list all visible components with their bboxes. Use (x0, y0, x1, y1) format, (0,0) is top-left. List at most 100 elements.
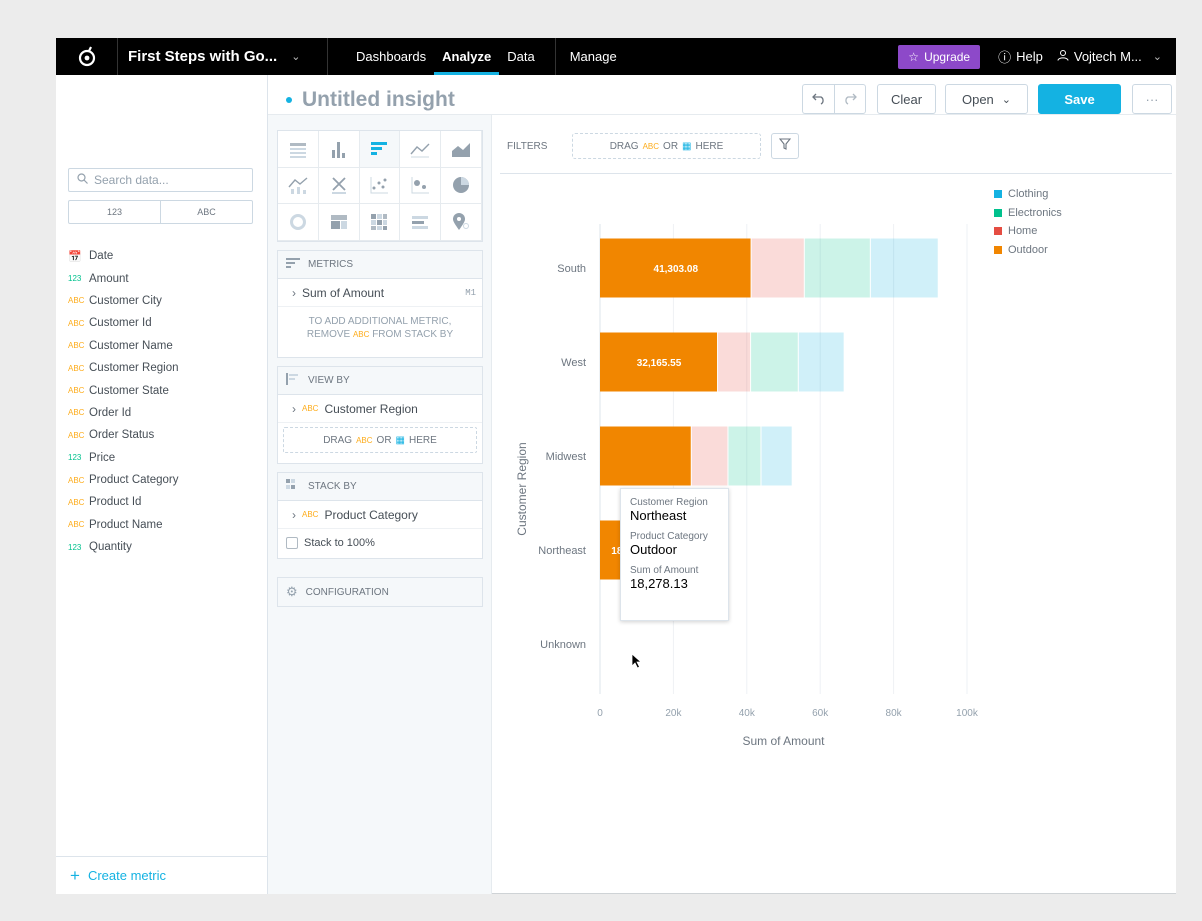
legend-item[interactable]: Clothing (994, 185, 1062, 204)
field-list: 📅 Date 123 Amount ABC Customer City ABC Custome… (68, 245, 258, 558)
create-metric-link[interactable]: + Create metric (56, 856, 267, 894)
bubble-chart-icon[interactable] (400, 167, 442, 205)
metrics-bucket-title: METRICS (308, 259, 353, 270)
user-menu[interactable]: Vojtech M... ⌄ (1057, 49, 1162, 64)
chevron-right-icon: › (292, 401, 296, 416)
checkbox-icon[interactable] (286, 537, 298, 549)
field-item[interactable]: ABC Customer Region (68, 357, 258, 379)
insight-title[interactable]: Untitled insight (286, 88, 455, 112)
field-item[interactable]: ABC Product Name (68, 514, 258, 536)
view-by-dropzone[interactable]: DRAG ABC OR ▦ HERE (283, 427, 477, 453)
bar-segment (870, 238, 938, 298)
field-item[interactable]: ABC Product Id (68, 491, 258, 513)
area-chart-icon[interactable] (441, 131, 482, 168)
field-item[interactable]: 123 Amount (68, 267, 258, 289)
nav-dashboards[interactable]: Dashboards (348, 38, 434, 75)
attribute-type-badge: ABC (68, 430, 85, 440)
bar-segment (718, 332, 751, 392)
nav-analyze[interactable]: Analyze (434, 38, 500, 75)
field-name: Product Id (89, 496, 142, 509)
more-button[interactable]: ··· (1132, 84, 1172, 114)
filter-numbers-button[interactable]: 123 (69, 201, 160, 223)
heatmap-icon[interactable] (359, 204, 401, 241)
donut-chart-icon[interactable] (278, 204, 319, 241)
here-label: HERE (695, 140, 724, 152)
fact-type-badge: 123 (68, 274, 82, 284)
open-button[interactable]: Open ⌄ (945, 84, 1028, 114)
legend-swatch (994, 190, 1002, 199)
clear-button[interactable]: Clear (877, 84, 936, 114)
table-viz-icon[interactable] (278, 131, 319, 168)
view-by-icon (286, 373, 300, 388)
insight-title-text: Untitled insight (302, 88, 455, 111)
headline-icon[interactable] (318, 167, 360, 205)
bar-chart-icon[interactable] (359, 131, 401, 168)
field-item[interactable]: 📅 Date (68, 245, 258, 267)
redo-button[interactable] (834, 84, 866, 114)
bar-segment (804, 238, 870, 298)
workspace-picker[interactable]: First Steps with Go... ⌄ (118, 38, 328, 75)
line-chart-icon[interactable] (400, 131, 442, 168)
filter-attributes-button[interactable]: ABC (160, 201, 252, 223)
abc-badge: ABC (352, 330, 370, 339)
y-axis-title: Customer Region (515, 442, 529, 535)
field-item[interactable]: 123 Price (68, 447, 258, 469)
scatter-plot-icon[interactable] (359, 167, 401, 205)
nav-manage[interactable]: Manage (554, 38, 617, 75)
stack-by-item-product-category[interactable]: › ABC Product Category (278, 501, 482, 529)
stack-to-100-checkbox[interactable]: Stack to 100% (278, 529, 482, 557)
field-name: Customer State (89, 384, 169, 397)
field-name: Customer Id (89, 317, 152, 330)
field-item[interactable]: ABC Order Id (68, 402, 258, 424)
bullet-chart-icon[interactable] (400, 204, 442, 241)
funnel-icon (778, 137, 792, 155)
stack-by-bucket-title: STACK BY (308, 481, 357, 492)
field-item[interactable]: ABC Customer City (68, 290, 258, 312)
pie-chart-icon[interactable] (441, 167, 482, 205)
metric-item-sum-of-amount[interactable]: › Sum of Amount M1 (278, 279, 482, 307)
field-item[interactable]: 123 Quantity (68, 536, 258, 558)
view-by-item-customer-region[interactable]: › ABC Customer Region (278, 395, 482, 423)
filter-button[interactable] (771, 133, 799, 159)
bar-segment (600, 426, 691, 486)
help-menu[interactable]: ⓘ Help (998, 47, 1043, 66)
nav-data[interactable]: Data (499, 38, 542, 75)
open-label: Open (961, 91, 994, 107)
bar-segment (691, 426, 728, 486)
treemap-icon[interactable] (318, 204, 360, 241)
chart-legend: Clothing Electronics Home Outdoor (994, 185, 1062, 259)
column-chart-icon[interactable] (318, 131, 360, 168)
create-metric-label: Create metric (87, 868, 166, 883)
field-item[interactable]: ABC Customer State (68, 379, 258, 401)
geo-chart-icon[interactable] (441, 204, 482, 241)
combo-chart-icon[interactable] (278, 167, 319, 205)
chart-svg: 0 20k 40k 60k 80k 100kSum of AmountCustomer R… (515, 224, 979, 748)
configuration-section[interactable]: ⚙ CONFIGURATION (277, 577, 483, 607)
metrics-bucket-note: TO ADD ADDITIONAL METRIC, REMOVE ABC FRO… (278, 307, 482, 349)
help-icon: ⓘ (998, 50, 1012, 65)
y-category-label: Unknown (540, 639, 586, 651)
search-input[interactable]: Search data... (68, 168, 253, 192)
legend-item[interactable]: Electronics (994, 204, 1062, 223)
field-item[interactable]: ABC Customer Id (68, 312, 258, 334)
legend-item[interactable]: Outdoor (994, 241, 1062, 260)
logo-icon[interactable] (56, 38, 118, 75)
field-name: Order Status (89, 429, 155, 442)
legend-item[interactable]: Home (994, 222, 1062, 241)
search-placeholder: Search data... (94, 173, 169, 187)
field-item[interactable]: ABC Customer Name (68, 335, 258, 357)
filter-dropzone[interactable]: DRAG ABC OR ▦ HERE (572, 133, 761, 159)
top-bar-right: ☆ Upgrade ⓘ Help Vojtech M... ⌄ (898, 38, 1176, 75)
attribute-type-badge: ABC (68, 497, 85, 507)
field-item[interactable]: ABC Product Category (68, 469, 258, 491)
upgrade-label: Upgrade (924, 49, 971, 64)
top-bar: First Steps with Go... ⌄ Dashboards Anal… (56, 38, 1176, 75)
here-label: HERE (409, 434, 437, 446)
attribute-type-badge: ABC (68, 318, 85, 328)
undo-button[interactable] (802, 84, 834, 114)
fact-type-badge: 123 (68, 542, 82, 552)
save-button[interactable]: Save (1038, 84, 1121, 114)
upgrade-button[interactable]: ☆ Upgrade (898, 44, 981, 69)
field-item[interactable]: ABC Order Status (68, 424, 258, 446)
workspace-name: First Steps with Go... (128, 48, 278, 65)
